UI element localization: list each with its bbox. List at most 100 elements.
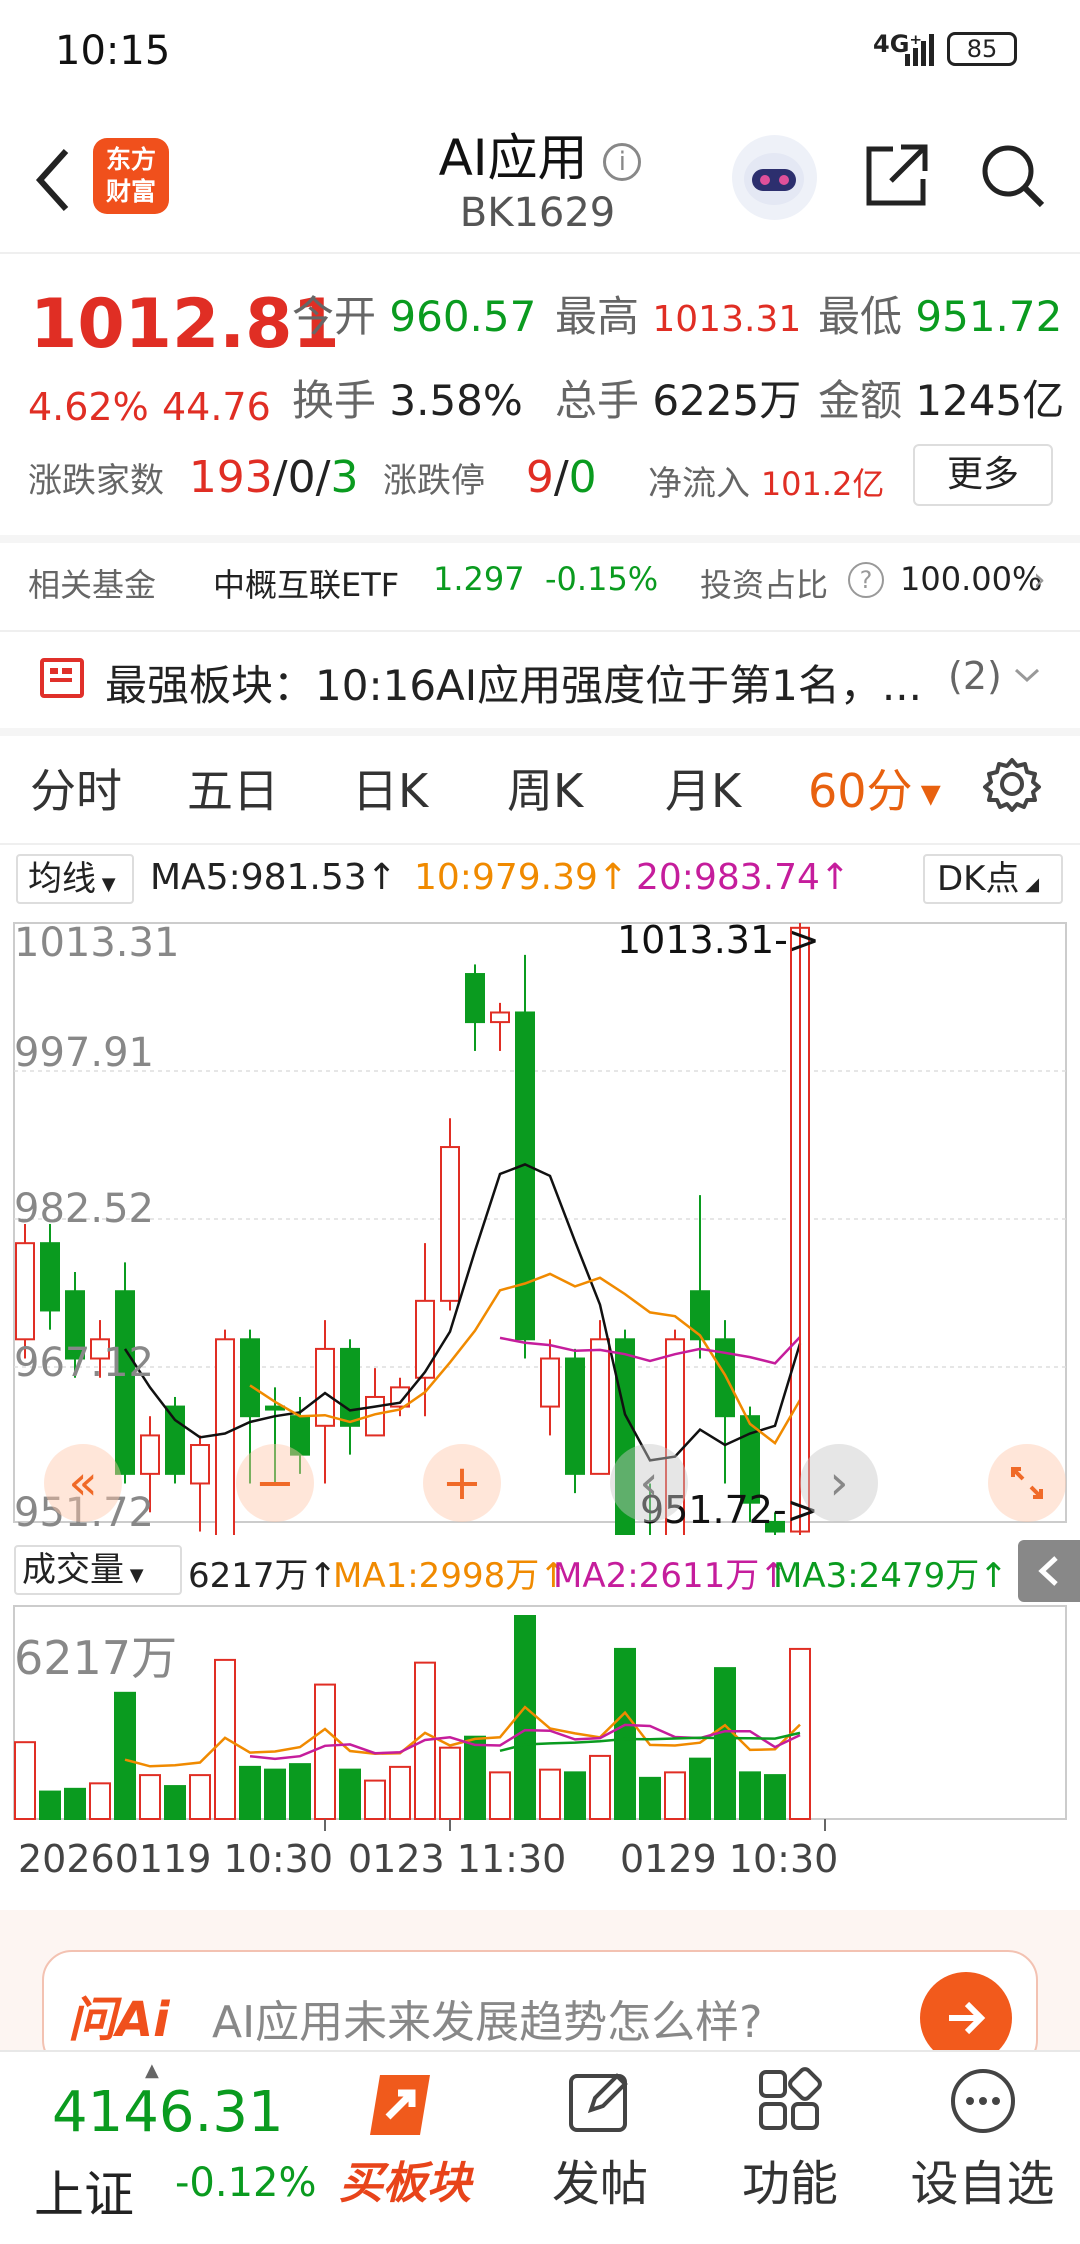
- caret-down-icon: ▼: [96, 874, 116, 895]
- search-icon[interactable]: [975, 138, 1051, 214]
- high-value: 1013.31: [652, 299, 802, 340]
- zoom-out-icon[interactable]: −: [236, 1444, 314, 1522]
- candle-body: [190, 1444, 210, 1485]
- volume-bar: [589, 1754, 611, 1821]
- candle-body: [15, 1242, 35, 1341]
- tab-five-day[interactable]: 五日: [187, 755, 279, 821]
- buy-board-button[interactable]: 买板块: [335, 2065, 475, 2225]
- scroll-left-icon[interactable]: ‹: [610, 1444, 688, 1522]
- volume-bar: [64, 1787, 86, 1821]
- fund-row[interactable]: 相关基金 中概互联ETF 1.297 -0.15% 投资占比 ? 100.00%…: [28, 560, 1058, 610]
- x-label-1: 20260119 10:30: [18, 1837, 334, 1881]
- add-watchlist-label: 设自选: [910, 2156, 1055, 2212]
- candle-body: [40, 1242, 60, 1312]
- post-button[interactable]: 发帖: [540, 2060, 660, 2230]
- tab-daily-k[interactable]: 日K: [352, 755, 428, 821]
- add-watchlist-button[interactable]: 设自选: [895, 2060, 1070, 2230]
- volume-bar: [739, 1771, 761, 1821]
- status-time: 10:15: [55, 28, 171, 74]
- y-label-max: 1013.31: [14, 920, 180, 966]
- tab-60min[interactable]: 60分 ▼: [808, 755, 941, 821]
- volume-bar: [639, 1776, 661, 1820]
- share-icon[interactable]: [858, 138, 934, 214]
- inflow-label: 净流入: [648, 464, 750, 504]
- change-pct: 4.62%: [28, 385, 149, 429]
- tab-monthly-k[interactable]: 月K: [665, 755, 741, 821]
- ma20-value: 20:983.74↑: [636, 857, 851, 898]
- compose-icon: [569, 2073, 628, 2132]
- volume-bar: [39, 1790, 61, 1820]
- board-name: AI应用: [438, 129, 588, 187]
- fullscreen-icon[interactable]: [988, 1444, 1066, 1522]
- low-stat: 最低 951.72: [818, 283, 1062, 344]
- vol-ma1: MA1:2998万↑: [333, 1556, 568, 1596]
- zoom-in-icon[interactable]: +: [423, 1444, 501, 1522]
- candle-body: [540, 1357, 560, 1408]
- volume-stat: 总手 6225万: [555, 367, 801, 428]
- turnover-label: 换手: [292, 376, 377, 425]
- dk-button[interactable]: DK点 ◢: [923, 854, 1063, 904]
- help-icon[interactable]: ?: [848, 562, 884, 598]
- scroll-right-icon[interactable]: ›: [800, 1444, 878, 1522]
- volume-bar: [264, 1768, 286, 1821]
- index-change: -0.12%: [175, 2160, 317, 2206]
- function-button[interactable]: 功能: [730, 2060, 850, 2230]
- candle-body: [465, 973, 485, 1024]
- kline-chart[interactable]: [0, 915, 1080, 1535]
- volume-bar: [564, 1771, 586, 1821]
- index-widget[interactable]: ▲ 4146.31 上证 -0.12%: [20, 2060, 330, 2230]
- breadth-stat: 涨跌家数 193/0/3: [28, 452, 359, 503]
- volume-bar: [114, 1691, 136, 1820]
- more-button[interactable]: 更多: [913, 444, 1053, 506]
- low-label: 最低: [818, 292, 903, 341]
- candle-body: [490, 1011, 510, 1024]
- volume-bar: [14, 1741, 36, 1821]
- index-value: 4146.31: [52, 2080, 284, 2145]
- volume-bar: [764, 1774, 786, 1820]
- volume-value: 6225万: [652, 376, 802, 425]
- fund-ratio-label: 投资占比: [700, 566, 829, 604]
- volume-bar: [189, 1774, 211, 1820]
- notice-text: 最强板块：10:16AI应用强度位于第1名，...: [105, 661, 922, 710]
- ai-robot-icon[interactable]: [732, 135, 817, 220]
- limit-up: 9: [525, 452, 554, 503]
- more-dots-icon: [950, 2069, 1015, 2133]
- open-stat: 今开 960.57: [292, 283, 536, 344]
- board-notice-icon: [40, 658, 84, 698]
- dk-label: DK点: [937, 859, 1020, 899]
- volume-bar: [689, 1757, 711, 1821]
- tab-weekly-k[interactable]: 周K: [507, 755, 583, 821]
- caret-down-icon: ▼: [124, 1565, 144, 1586]
- open-label: 今开: [292, 292, 377, 341]
- limit-down: 0: [568, 452, 597, 503]
- volume-bar: [489, 1771, 511, 1821]
- high-stat: 最高 1013.31: [555, 283, 801, 344]
- breadth-up: 193: [188, 452, 273, 503]
- notice-count: (2): [948, 654, 1002, 698]
- high-label: 最高: [555, 292, 640, 341]
- candle-body: [240, 1338, 260, 1418]
- corner-icon: ◢: [1019, 874, 1040, 895]
- x-label-2: 0123 11:30: [348, 1837, 567, 1881]
- volume-y-label: 6217万: [14, 1631, 178, 1685]
- ma5-value: MA5:981.53↑: [150, 857, 397, 898]
- notice-row[interactable]: 最强板块：10:16AI应用强度位于第1名，... (2): [0, 640, 1080, 720]
- ma-selector[interactable]: 均线 ▼: [16, 854, 134, 904]
- info-icon[interactable]: i: [603, 142, 642, 181]
- gear-icon[interactable]: [980, 752, 1044, 816]
- volume-bar: [614, 1647, 636, 1821]
- volume-bar: [539, 1768, 561, 1821]
- candle-body: [215, 1338, 235, 1535]
- collapse-panel-button[interactable]: [1018, 1540, 1080, 1602]
- signal-icon: [905, 32, 935, 66]
- buy-board-icon: [370, 2075, 430, 2135]
- candle-body: [415, 1299, 435, 1379]
- scroll-left-fast-icon[interactable]: «: [44, 1444, 122, 1522]
- buy-board-label: 买板块: [339, 2158, 471, 2209]
- volume-selector[interactable]: 成交量 ▼: [14, 1545, 182, 1595]
- fund-name: 中概互联ETF: [213, 566, 400, 604]
- volume-bar: [664, 1771, 686, 1821]
- fund-change: -0.15%: [545, 560, 659, 598]
- tab-intraday[interactable]: 分时: [30, 755, 122, 821]
- ma-selector-label: 均线: [28, 859, 96, 899]
